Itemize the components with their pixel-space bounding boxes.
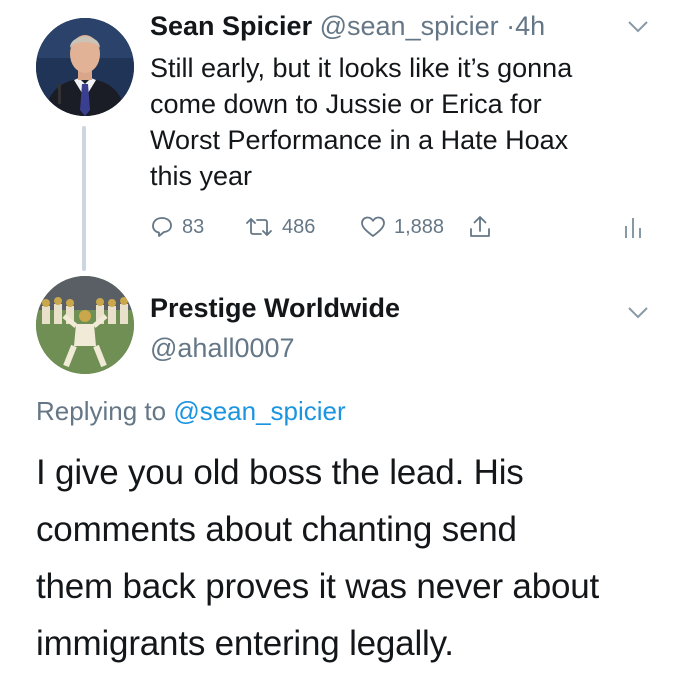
reply-text-line: immigrants entering legally. bbox=[36, 624, 454, 663]
replying-mention-link[interactable]: @sean_spicier bbox=[173, 396, 345, 426]
retweet-icon bbox=[246, 218, 272, 236]
replying-to: Replying to @sean_spicier bbox=[36, 393, 346, 429]
reply-chevron-down-icon[interactable] bbox=[627, 306, 649, 320]
analytics-button[interactable] bbox=[622, 212, 644, 242]
tweet-text: Still early, but it looks like it’s gonn… bbox=[150, 50, 650, 194]
reply-text-line: I give you old boss the lead. His bbox=[36, 453, 524, 492]
avatar-photo bbox=[36, 18, 134, 116]
chevron-down-icon[interactable] bbox=[627, 20, 649, 34]
tweet-text-line: Still early, but it looks like it’s gonn… bbox=[150, 53, 573, 83]
tweet-header: Sean Spicier @sean_spicier ·4h bbox=[150, 8, 545, 44]
author-handle[interactable]: @sean_spicier bbox=[320, 11, 499, 41]
reply-icon bbox=[152, 217, 172, 237]
original-tweet[interactable]: Sean Spicier @sean_spicier ·4h Still ear… bbox=[0, 0, 680, 271]
reply-text-line: them back proves it was never about bbox=[36, 567, 600, 606]
share-button[interactable] bbox=[468, 212, 492, 242]
retweet-button[interactable]: 486 bbox=[244, 212, 315, 242]
reply-avatar-photo bbox=[36, 276, 134, 374]
tweet-actions: 83 486 1,888 bbox=[150, 212, 670, 242]
reply-author-handle[interactable]: @ahall0007 bbox=[150, 330, 295, 366]
like-button[interactable]: 1,888 bbox=[360, 212, 444, 242]
reply-button[interactable]: 83 bbox=[150, 212, 204, 242]
thread-line bbox=[82, 126, 86, 271]
tweet-text-line: this year bbox=[150, 161, 253, 191]
share-icon bbox=[470, 216, 490, 237]
reply-author-name[interactable]: Prestige Worldwide bbox=[150, 290, 400, 326]
reply-count: 83 bbox=[182, 215, 205, 238]
like-count: 1,888 bbox=[394, 215, 445, 238]
avatar[interactable] bbox=[36, 18, 134, 116]
replying-prefix: Replying to bbox=[36, 396, 167, 426]
reply-text-line: comments about chanting send bbox=[36, 510, 517, 549]
reply-text: I give you old boss the lead. His commen… bbox=[36, 444, 666, 672]
analytics-icon bbox=[625, 218, 641, 238]
tweet-time[interactable]: 4h bbox=[515, 11, 545, 41]
author-name[interactable]: Sean Spicier bbox=[150, 11, 312, 41]
like-icon bbox=[361, 216, 385, 237]
retweet-count: 486 bbox=[282, 215, 316, 238]
tweet-text-line: Worst Performance in a Hate Hoax bbox=[150, 125, 569, 155]
tweet-text-line: come down to Jussie or Erica for bbox=[150, 89, 542, 119]
reply-avatar[interactable] bbox=[36, 276, 134, 374]
separator: · bbox=[506, 11, 516, 41]
